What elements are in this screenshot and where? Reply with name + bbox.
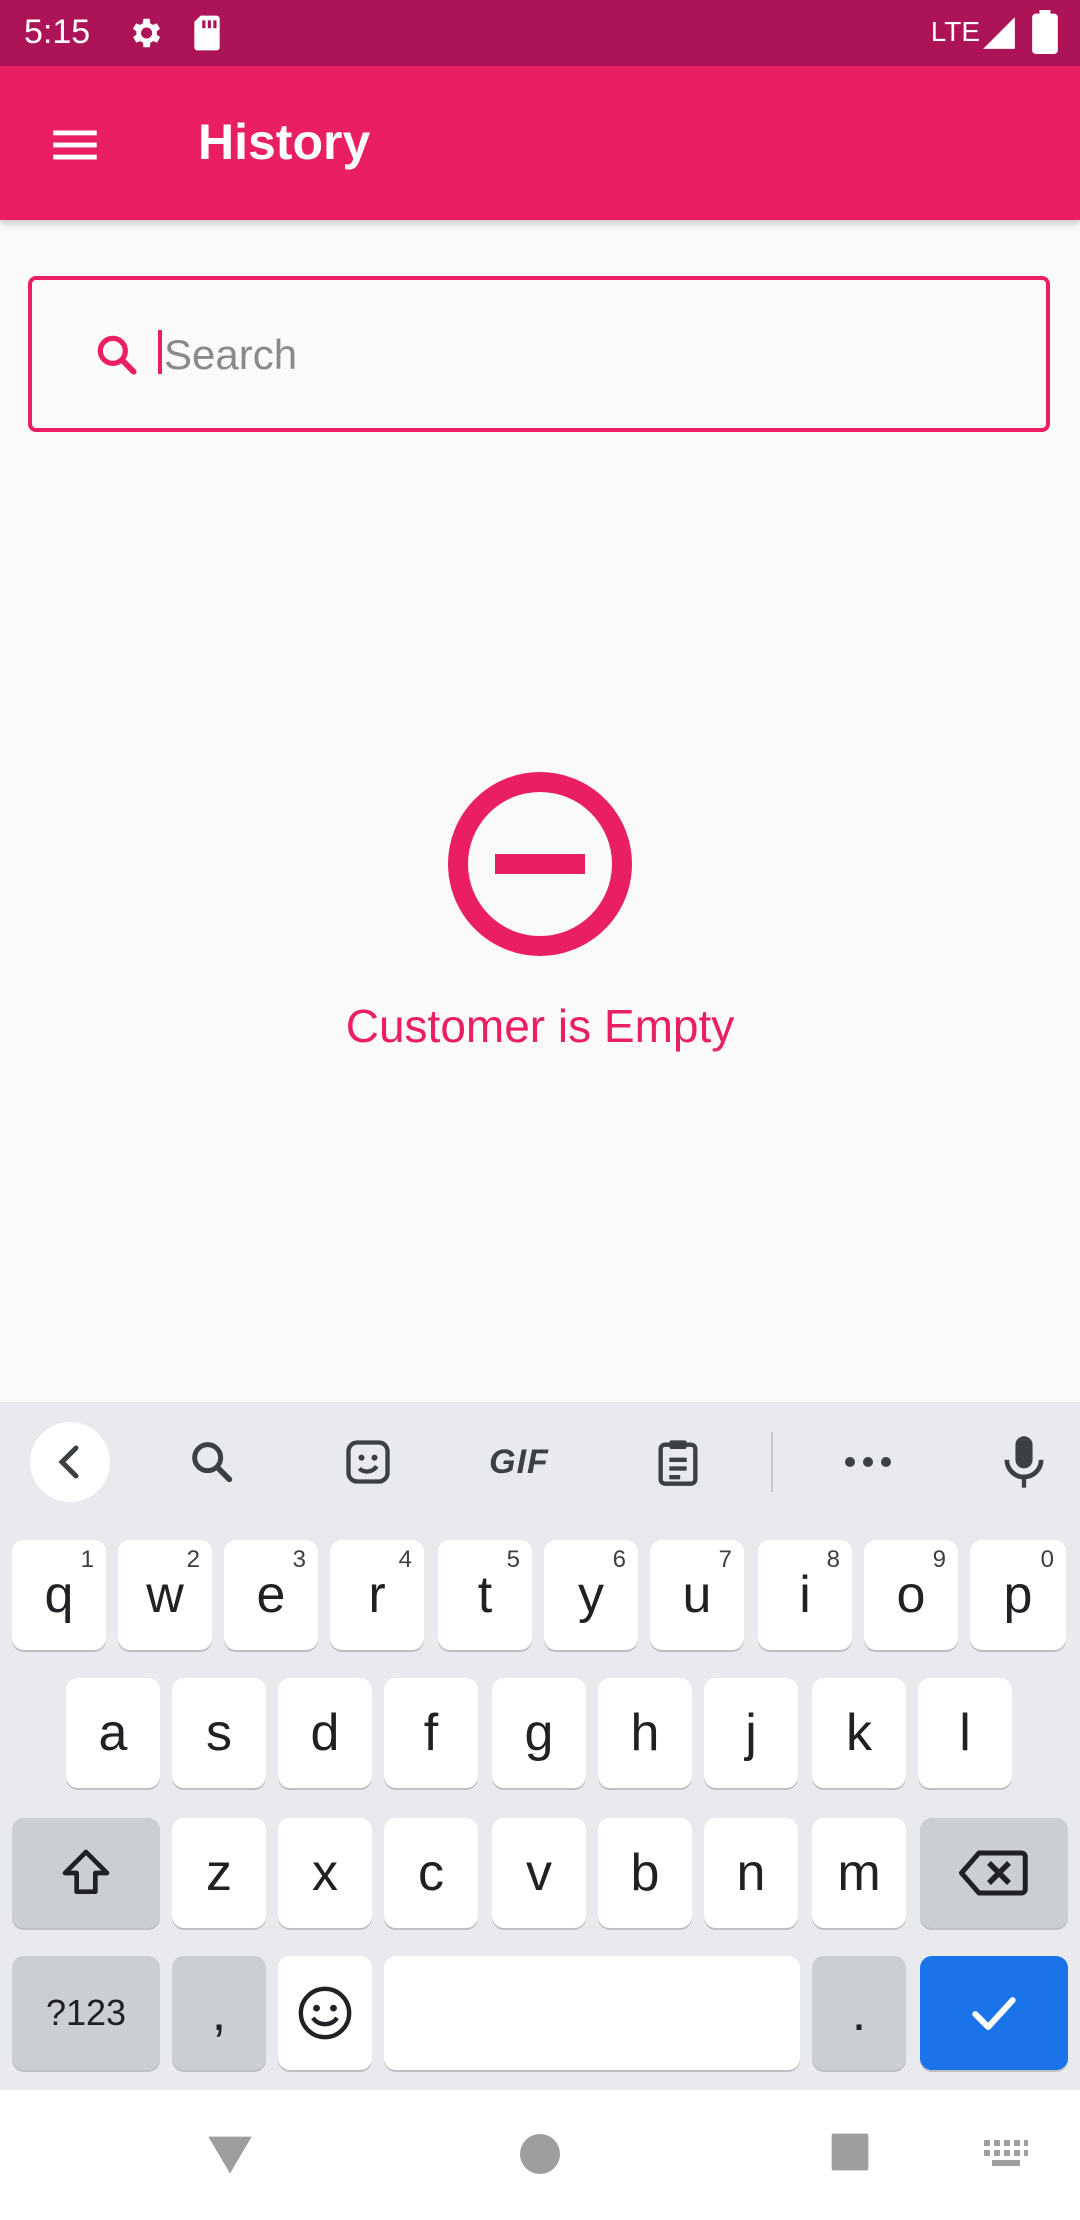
key-z[interactable]: z	[172, 1818, 266, 1928]
search-input[interactable]	[162, 314, 1026, 396]
key-c[interactable]: c	[384, 1818, 478, 1928]
microphone-icon	[1004, 1436, 1044, 1488]
toolbar-divider	[771, 1432, 773, 1492]
app-bar: History	[0, 66, 1080, 220]
key-s[interactable]: s	[172, 1678, 266, 1788]
voice-input-button[interactable]	[992, 1422, 1056, 1502]
shift-icon	[62, 1849, 110, 1894]
sd-card-icon	[194, 15, 220, 51]
key-y[interactable]: y6	[544, 1540, 638, 1650]
key-j[interactable]: j	[704, 1678, 798, 1788]
network-type: LTE	[930, 16, 980, 47]
key-d[interactable]: d	[278, 1678, 372, 1788]
navigation-bar	[0, 2090, 1080, 2220]
status-time: 5:15	[24, 13, 91, 51]
key-v[interactable]: v	[492, 1818, 586, 1928]
key-h[interactable]: h	[598, 1678, 692, 1788]
key-b[interactable]: b	[598, 1818, 692, 1928]
key-x[interactable]: x	[278, 1818, 372, 1928]
key-m[interactable]: m	[812, 1818, 906, 1928]
search-icon	[97, 335, 137, 375]
emoji-icon	[298, 1986, 352, 2040]
period-key[interactable]: .	[812, 1956, 906, 2070]
sticker-icon	[346, 1440, 390, 1484]
recents-nav-icon[interactable]	[828, 2130, 872, 2174]
key-u[interactable]: u7	[650, 1540, 744, 1650]
status-bar: 5:15 LTE	[0, 0, 1080, 66]
chevron-left-icon	[30, 1422, 110, 1502]
key-e[interactable]: e3	[224, 1540, 318, 1650]
gif-button[interactable]: GIF	[476, 1422, 562, 1502]
battery-icon	[1032, 10, 1058, 54]
search-box[interactable]	[28, 276, 1050, 432]
key-n[interactable]: n	[704, 1818, 798, 1928]
back-nav-icon[interactable]	[204, 2128, 256, 2180]
gif-label: GIF	[489, 1442, 549, 1481]
keyboard-search-button[interactable]	[180, 1422, 244, 1502]
keyboard-switch-icon[interactable]	[982, 2138, 1030, 2170]
symbols-key[interactable]: ?123	[12, 1956, 160, 2070]
key-o[interactable]: o9	[864, 1540, 958, 1650]
sticker-button[interactable]	[336, 1422, 400, 1502]
home-nav-icon[interactable]	[516, 2130, 564, 2178]
enter-key[interactable]	[920, 1956, 1068, 2070]
key-f[interactable]: f	[384, 1678, 478, 1788]
key-l[interactable]: l	[918, 1678, 1012, 1788]
key-p[interactable]: p0	[970, 1540, 1066, 1650]
key-i[interactable]: i8	[758, 1540, 852, 1650]
keyboard-back-button[interactable]	[28, 1422, 112, 1502]
key-a[interactable]: a	[66, 1678, 160, 1788]
key-r[interactable]: r4	[330, 1540, 424, 1650]
empty-state-icon	[448, 772, 632, 956]
comma-key[interactable]: ,	[172, 1956, 266, 2070]
emoji-key[interactable]	[278, 1956, 372, 2070]
signal-icon	[983, 17, 1015, 49]
page-title: History	[198, 114, 371, 170]
empty-state-message: Customer is Empty	[345, 1000, 735, 1052]
clipboard-button[interactable]	[646, 1422, 710, 1502]
text-cursor	[158, 330, 162, 374]
search-icon	[192, 1442, 233, 1483]
key-k[interactable]: k	[812, 1678, 906, 1788]
space-key[interactable]	[384, 1956, 800, 2070]
key-w[interactable]: w2	[118, 1540, 212, 1650]
key-t[interactable]: t5	[438, 1540, 532, 1650]
shift-key[interactable]	[12, 1818, 160, 1928]
more-horiz-icon	[845, 1457, 891, 1467]
clipboard-icon	[658, 1440, 698, 1486]
key-g[interactable]: g	[492, 1678, 586, 1788]
settings-icon	[132, 18, 161, 48]
key-q[interactable]: q1	[12, 1540, 106, 1650]
more-options-button[interactable]	[836, 1422, 900, 1502]
backspace-icon	[959, 1850, 1028, 1896]
backspace-key[interactable]	[920, 1818, 1068, 1928]
check-icon	[972, 1997, 1016, 2031]
menu-icon[interactable]	[46, 116, 104, 174]
